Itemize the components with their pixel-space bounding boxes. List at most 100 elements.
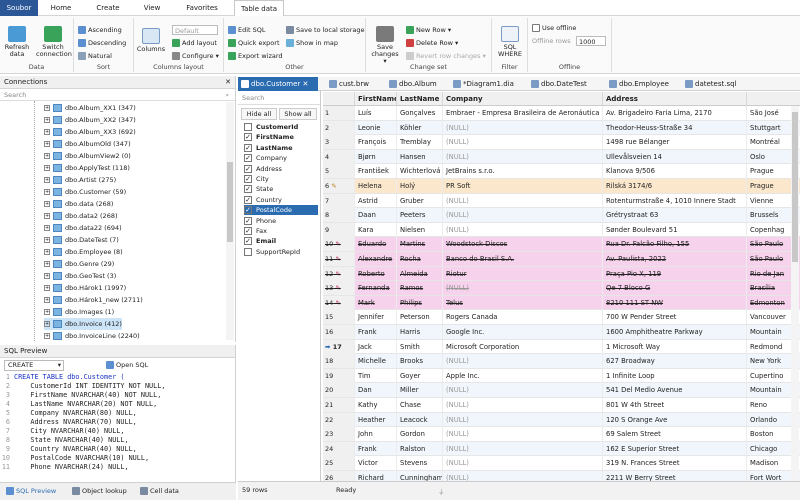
- doc-tab[interactable]: dbo.Employee: [606, 77, 676, 91]
- table-cell[interactable]: Peterson: [397, 310, 443, 325]
- table-row[interactable]: 12 ✎ Roberto Almeida Riotur Praça Pio X, 119…: [323, 266, 800, 282]
- row-number[interactable]: ➡ 17: [323, 339, 355, 354]
- table-cell[interactable]: (NULL): [443, 120, 603, 135]
- table-cell[interactable]: Roberto: [355, 266, 397, 281]
- row-number[interactable]: 6 ✎: [323, 179, 355, 193]
- row-number[interactable]: 15: [323, 310, 355, 325]
- table-cell[interactable]: Kara: [355, 222, 397, 237]
- columns-button[interactable]: Columns: [136, 28, 166, 53]
- checkbox-icon[interactable]: [244, 247, 252, 256]
- table-cell[interactable]: Woodstock Discos: [443, 237, 603, 252]
- table-cell[interactable]: (NULL): [443, 208, 603, 223]
- expand-icon[interactable]: +: [44, 297, 50, 303]
- table-cell[interactable]: Bjørn: [355, 149, 397, 164]
- table-cell[interactable]: PR Soft: [443, 179, 603, 193]
- table-cell[interactable]: Av. Paulista, 2022: [603, 252, 747, 266]
- tree-item[interactable]: + dbo.Employee (8): [44, 246, 123, 258]
- table-row[interactable]: 11 ✎ Alexandre Rocha Banco do Brasil S.A. Av…: [323, 252, 800, 267]
- tree-item[interactable]: + dbo.Album_XX1 (347): [44, 102, 136, 114]
- column-toggle[interactable]: ✓ Country: [244, 195, 282, 205]
- checkbox-icon[interactable]: ✓: [244, 216, 252, 225]
- tab-table-data[interactable]: Table data: [234, 0, 284, 16]
- table-cell[interactable]: (NULL): [443, 398, 603, 412]
- table-cell[interactable]: Cunningham: [397, 471, 443, 481]
- table-cell[interactable]: Grétrystraat 63: [603, 208, 747, 223]
- table-row[interactable]: 4 Bjørn Hansen (NULL) Ullevålsveien 14 Oslo: [323, 149, 800, 165]
- checkbox-icon[interactable]: ✓: [244, 154, 252, 163]
- table-cell[interactable]: 700 W Pender Street: [603, 310, 747, 325]
- table-cell[interactable]: Sønder Boulevard 51: [603, 222, 747, 237]
- table-cell[interactable]: Mark: [355, 295, 397, 310]
- table-cell[interactable]: 120 S Orange Ave: [603, 412, 747, 427]
- table-cell[interactable]: Miller: [397, 383, 443, 398]
- row-number[interactable]: 26: [323, 471, 355, 481]
- expand-icon[interactable]: +: [44, 105, 50, 111]
- expand-icon[interactable]: +: [44, 201, 50, 207]
- table-cell[interactable]: (NULL): [443, 383, 603, 398]
- column-toggle[interactable]: ✓ LastName: [244, 143, 293, 153]
- grid-scrollbar[interactable]: [791, 106, 799, 481]
- table-row[interactable]: 10 ✎ Eduardo Martins Woodstock Discos Rua Dr…: [323, 237, 800, 252]
- add-layout-button[interactable]: Add layout: [172, 38, 217, 48]
- column-toggle[interactable]: ✓ Address: [244, 164, 282, 174]
- save-changes-button[interactable]: Save changes ▾: [369, 26, 401, 65]
- table-cell[interactable]: 1 Microsoft Way: [603, 339, 747, 354]
- tree-item[interactable]: + dbo.Album_XX3 (692): [44, 126, 136, 138]
- table-cell[interactable]: Helena: [355, 179, 397, 193]
- tab-cell-data[interactable]: Cell data: [140, 485, 179, 497]
- table-cell[interactable]: (NULL): [443, 412, 603, 427]
- checkbox-icon[interactable]: ✓: [244, 175, 252, 183]
- column-header[interactable]: [747, 92, 800, 106]
- doc-tab[interactable]: dbo.Album: [386, 77, 446, 91]
- table-cell[interactable]: (NULL): [443, 281, 603, 296]
- configure-button[interactable]: Configure ▾: [172, 51, 219, 61]
- table-row[interactable]: 24 Frank Ralston (NULL) 162 E Superior Stree…: [323, 441, 800, 457]
- table-cell[interactable]: Qe 7 Bloco G: [603, 281, 747, 296]
- table-cell[interactable]: Rotenturmstraße 4, 1010 Innere Stadt: [603, 193, 747, 208]
- table-row[interactable]: 13 ✎ Fernanda Ramos (NULL) Qe 7 Bloco G Brasí…: [323, 281, 800, 296]
- table-row[interactable]: 3 François Tremblay (NULL) 1498 rue Bélanger…: [323, 135, 800, 150]
- table-cell[interactable]: 69 Salem Street: [603, 427, 747, 442]
- table-cell[interactable]: Gruber: [397, 193, 443, 208]
- table-cell[interactable]: Jack: [355, 339, 397, 354]
- table-cell[interactable]: Rocha: [397, 252, 443, 266]
- table-cell[interactable]: Frank: [355, 325, 397, 339]
- row-number[interactable]: 14 ✎: [323, 295, 355, 310]
- table-cell[interactable]: František: [355, 164, 397, 179]
- new-row-button[interactable]: New Row ▾: [406, 25, 451, 35]
- table-cell[interactable]: Gonçalves: [397, 106, 443, 120]
- tab-soubor[interactable]: Soubor: [0, 0, 38, 16]
- table-row[interactable]: ➡ 17 Jack Smith Microsoft Corporation 1 Micr…: [323, 339, 800, 355]
- table-cell[interactable]: JetBrains s.r.o.: [443, 164, 603, 179]
- expand-icon[interactable]: +: [44, 309, 50, 315]
- expand-icon[interactable]: +: [44, 321, 50, 327]
- row-number[interactable]: 8: [323, 208, 355, 223]
- table-cell[interactable]: Ullevålsveien 14: [603, 149, 747, 164]
- row-number[interactable]: 16: [323, 325, 355, 339]
- expand-icon[interactable]: +: [44, 165, 50, 171]
- tree-item[interactable]: + dbo.Invoice (412): [44, 318, 122, 330]
- table-cell[interactable]: 1498 rue Bélanger: [603, 135, 747, 150]
- tab-favorites[interactable]: Favorites: [180, 0, 224, 16]
- table-cell[interactable]: Luís: [355, 106, 397, 120]
- quick-export-button[interactable]: Quick export: [228, 38, 280, 48]
- table-cell[interactable]: 162 E Superior Street: [603, 441, 747, 456]
- table-cell[interactable]: Rogers Canada: [443, 310, 603, 325]
- tree-item[interactable]: + dbo.data2 (268): [44, 210, 118, 222]
- row-number[interactable]: 25: [323, 456, 355, 471]
- row-number[interactable]: 5: [323, 164, 355, 179]
- tree-item[interactable]: + dbo.data22 (694): [44, 222, 122, 234]
- sql-mode-select[interactable]: CREATE ▾: [4, 360, 64, 371]
- revert-row-changes-button[interactable]: Revert row changes ▾: [406, 51, 486, 61]
- table-cell[interactable]: Ramos: [397, 281, 443, 296]
- row-number[interactable]: 1: [323, 106, 355, 120]
- table-cell[interactable]: (NULL): [443, 427, 603, 442]
- table-row[interactable]: 9 Kara Nielsen (NULL) Sønder Boulevard 51 Cop…: [323, 222, 800, 238]
- table-row[interactable]: 23 John Gordon (NULL) 69 Salem Street Boston: [323, 427, 800, 442]
- table-row[interactable]: 6 ✎ Helena Holý PR Soft Rilská 3174/6 Prague: [323, 179, 800, 194]
- show-all-button[interactable]: Show all: [279, 108, 317, 120]
- table-cell[interactable]: Banco do Brasil S.A.: [443, 252, 603, 266]
- doc-tab[interactable]: dbo.Customer ✕: [238, 77, 318, 91]
- table-cell[interactable]: (NULL): [443, 222, 603, 237]
- row-number[interactable]: 20: [323, 383, 355, 398]
